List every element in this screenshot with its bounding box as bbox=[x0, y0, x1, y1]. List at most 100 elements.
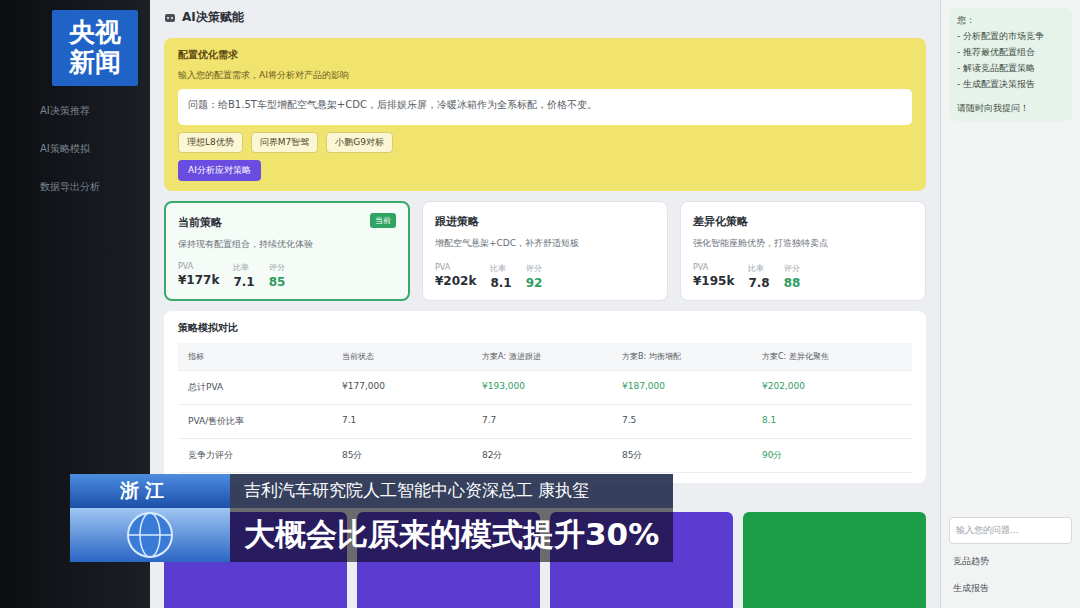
stat: PVA ¥177k bbox=[178, 262, 219, 289]
stat-value: 88 bbox=[784, 276, 801, 290]
column-header: 方案B: 均衡增配 bbox=[622, 351, 762, 362]
table-title: 策略模拟对比 bbox=[178, 321, 912, 335]
chat-item: - 分析配置的市场竞争 bbox=[957, 30, 1064, 43]
sidebar-item[interactable]: AI决策推荐 bbox=[40, 104, 150, 118]
query-panel: 配置优化需求输入您的配置需求，AI将分析对产品的影响问题：给B1.5T车型增配空… bbox=[164, 38, 926, 191]
table-cell: PVA/售价比率 bbox=[188, 415, 342, 428]
chat-item: - 解读竞品配置策略 bbox=[957, 62, 1064, 75]
table-cell: 8.1 bbox=[762, 415, 902, 428]
chat-panel: 您： - 分析配置的市场竞争 - 推荐最优配置组合 - 解读竞品配置策略 - 生成配置决… bbox=[940, 0, 1080, 608]
chip-row: 理想L8优势问界M7智驾小鹏G9对标 bbox=[178, 132, 912, 153]
stat-value: 8.1 bbox=[490, 276, 511, 290]
panel-title: AI决策赋能 bbox=[164, 6, 926, 28]
table-cell: 7.1 bbox=[342, 415, 482, 428]
sidebar-item[interactable]: AI策略模拟 bbox=[40, 142, 150, 156]
column-header: 当前状态 bbox=[342, 351, 482, 362]
globe-graphic bbox=[70, 508, 230, 562]
preset-chip[interactable]: 理想L8优势 bbox=[178, 132, 243, 153]
stat-label: 比率 bbox=[233, 262, 254, 273]
query-input[interactable]: 问题：给B1.5T车型增配空气悬架+CDC，后排娱乐屏，冷暖冰箱作为全系标配，价… bbox=[178, 89, 912, 125]
chat-button[interactable]: 竞品趋势 bbox=[949, 552, 1072, 571]
stat-label: 比率 bbox=[748, 263, 769, 274]
stat: PVA ¥202k bbox=[435, 263, 476, 290]
column-header: 指标 bbox=[188, 351, 342, 362]
stat: PVA ¥195k bbox=[693, 263, 734, 290]
sidebar-item[interactable]: 数据导出分析 bbox=[40, 180, 150, 194]
chat-item: - 推荐最优配置组合 bbox=[957, 46, 1064, 59]
column-header: 方案A: 激进跟进 bbox=[482, 351, 622, 362]
strategy-desc: 增配空气悬架+CDC，补齐舒适短板 bbox=[435, 237, 655, 250]
table-cell: 总计PVA bbox=[188, 381, 342, 394]
table-cell: 竞争力评分 bbox=[188, 449, 342, 462]
stat-row: PVA ¥195k 比率 7.8 评分 88 bbox=[693, 263, 913, 290]
table-row: PVA/售价比率7.17.77.58.1 bbox=[178, 405, 912, 439]
table-cell: 85分 bbox=[342, 449, 482, 462]
table-row: 竞争力评分85分82分85分90分 bbox=[178, 439, 912, 473]
stat-label: 评分 bbox=[784, 263, 801, 274]
preset-chip[interactable]: 问界M7智驾 bbox=[251, 132, 319, 153]
stat-label: 比率 bbox=[490, 263, 511, 274]
analyze-button[interactable]: AI分析应对策略 bbox=[178, 160, 261, 181]
stat-label: PVA bbox=[693, 263, 734, 272]
stat-row: PVA ¥177k 比率 7.1 评分 85 bbox=[178, 262, 396, 289]
globe-icon bbox=[115, 510, 185, 560]
column-header: 方案C: 差异化聚焦 bbox=[762, 351, 902, 362]
chat-closing: 请随时向我提问！ bbox=[957, 102, 1064, 115]
strategy-card[interactable]: 当前策略当前保持现有配置组合，持续优化体验 PVA ¥177k 比率 7.1 评分 85 bbox=[164, 201, 410, 301]
stat-value: ¥177k bbox=[178, 273, 219, 287]
comparison-table: 策略模拟对比指标当前状态方案A: 激进跟进方案B: 均衡增配方案C: 差异化聚焦… bbox=[164, 311, 926, 483]
chat-input[interactable]: 输入您的问题... bbox=[949, 517, 1072, 544]
table-cell: ¥193,000 bbox=[482, 381, 622, 394]
table-cell: ¥187,000 bbox=[622, 381, 762, 394]
caption-speaker: 吉利汽车研究院人工智能中心资深总工 康执玺 bbox=[230, 474, 673, 508]
stat: 评分 88 bbox=[784, 263, 801, 290]
table-cell: 82分 bbox=[482, 449, 622, 462]
robot-icon bbox=[164, 11, 176, 23]
screen: AI决策推荐 AI策略模拟数据导出分析 AI决策赋能配置优化需求输入您的配置需求，A… bbox=[0, 0, 1080, 608]
table-cell: 85分 bbox=[622, 449, 762, 462]
stat-value: 7.1 bbox=[233, 275, 254, 289]
stat-value: 92 bbox=[526, 276, 543, 290]
stat-value: ¥195k bbox=[693, 274, 734, 288]
action-button[interactable] bbox=[743, 512, 926, 608]
caption-quote: 大概会比原来的模式提升30% bbox=[230, 508, 673, 562]
table-row: 总计PVA¥177,000¥193,000¥187,000¥202,000 bbox=[178, 371, 912, 405]
strategy-cards: 当前策略当前保持现有配置组合，持续优化体验 PVA ¥177k 比率 7.1 评分 85 跟进… bbox=[164, 201, 926, 301]
current-badge: 当前 bbox=[370, 213, 396, 228]
strategy-desc: 强化智能座舱优势，打造独特卖点 bbox=[693, 237, 913, 250]
chat-item: - 生成配置决策报告 bbox=[957, 78, 1064, 91]
stat-value: ¥202k bbox=[435, 274, 476, 288]
stat: 评分 92 bbox=[526, 263, 543, 290]
query-label: 配置优化需求 bbox=[178, 48, 912, 62]
preset-chip[interactable]: 小鹏G9对标 bbox=[326, 132, 393, 153]
table-cell: 90分 bbox=[762, 449, 902, 462]
stat-row: PVA ¥202k 比率 8.1 评分 92 bbox=[435, 263, 655, 290]
stat-value: 85 bbox=[269, 275, 286, 289]
news-caption: 浙江吉利汽车研究院人工智能中心资深总工 康执玺大概会比原来的模式提升30% bbox=[70, 474, 673, 562]
stat-label: PVA bbox=[178, 262, 219, 271]
stat-label: 评分 bbox=[526, 263, 543, 274]
query-hint: 输入您的配置需求，AI将分析对产品的影响 bbox=[178, 69, 912, 82]
table-header: 指标当前状态方案A: 激进跟进方案B: 均衡增配方案C: 差异化聚焦 bbox=[178, 343, 912, 371]
stat: 比率 7.8 bbox=[748, 263, 769, 290]
table-cell: 7.5 bbox=[622, 415, 762, 428]
stat-label: 评分 bbox=[269, 262, 286, 273]
table-cell: ¥177,000 bbox=[342, 381, 482, 394]
strategy-title: 差异化策略 bbox=[693, 214, 913, 229]
chat-greeting: 您： bbox=[957, 14, 1064, 27]
stat: 比率 8.1 bbox=[490, 263, 511, 290]
strategy-card[interactable]: 差异化策略强化智能座舱优势，打造独特卖点 PVA ¥195k 比率 7.8 评分 88 bbox=[680, 201, 926, 301]
stat-label: PVA bbox=[435, 263, 476, 272]
strategy-desc: 保持现有配置组合，持续优化体验 bbox=[178, 238, 396, 251]
strategy-title: 跟进策略 bbox=[435, 214, 655, 229]
chat-message: 您： - 分析配置的市场竞争 - 推荐最优配置组合 - 解读竞品配置策略 - 生成配置决… bbox=[949, 8, 1072, 121]
strategy-card[interactable]: 跟进策略增配空气悬架+CDC，补齐舒适短板 PVA ¥202k 比率 8.1 评分 92 bbox=[422, 201, 668, 301]
table-cell: 7.7 bbox=[482, 415, 622, 428]
strategy-title: 当前策略 bbox=[178, 215, 396, 230]
chat-button[interactable]: 生成报告 bbox=[949, 579, 1072, 598]
stat-value: 7.8 bbox=[748, 276, 769, 290]
stat: 比率 7.1 bbox=[233, 262, 254, 289]
channel-logo: 央视新闻 bbox=[52, 10, 138, 86]
caption-location: 浙江 bbox=[70, 474, 230, 508]
stat: 评分 85 bbox=[269, 262, 286, 289]
